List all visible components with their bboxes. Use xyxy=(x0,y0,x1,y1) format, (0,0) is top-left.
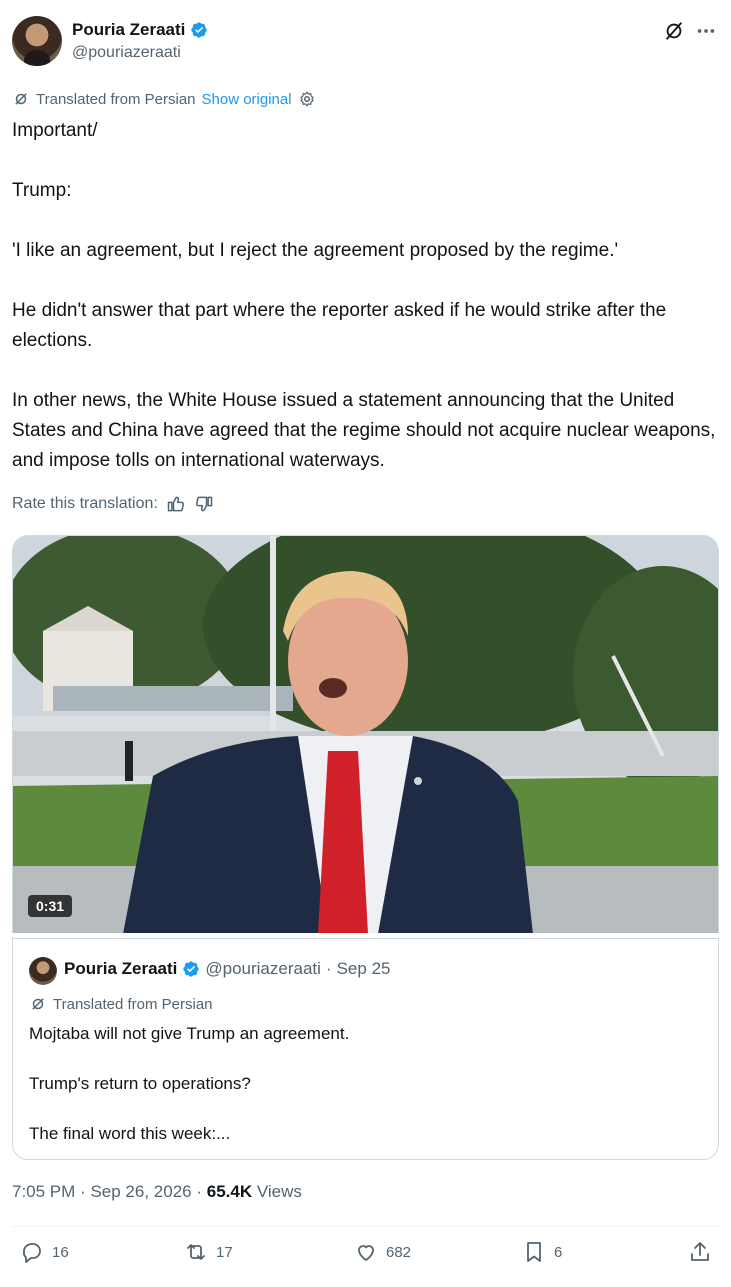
meta-separator: · xyxy=(80,1182,86,1201)
quote-separator: · xyxy=(325,959,332,978)
translate-icon xyxy=(32,998,44,1010)
quote-date: Sep 25 xyxy=(336,959,391,978)
show-original-link[interactable]: Show original xyxy=(202,91,292,108)
views-count: 65.4K xyxy=(206,1182,253,1201)
rate-translation-label: Rate this translation: xyxy=(12,495,158,512)
thumbs-down-icon[interactable] xyxy=(194,494,214,514)
quote-handle: @pouriazeraati xyxy=(205,959,321,978)
bookmark-button[interactable]: 6 xyxy=(522,1240,562,1264)
reply-count: 16 xyxy=(52,1243,69,1261)
views-label: Views xyxy=(256,1182,302,1201)
thumbs-up-icon[interactable] xyxy=(166,494,186,514)
video-duration: 0:31 xyxy=(28,895,73,917)
video-player[interactable]: 0:31 xyxy=(12,535,719,933)
author-avatar[interactable] xyxy=(12,16,62,66)
settings-icon[interactable] xyxy=(298,90,316,108)
tweet-time[interactable]: 7:05 PM xyxy=(12,1182,75,1201)
tweet-header: Pouria Zeraati @pouriazeraati xyxy=(12,16,719,68)
quote-avatar xyxy=(29,957,57,985)
author-handle[interactable]: @pouriazeraati xyxy=(72,44,181,62)
author-name-row: Pouria Zeraati xyxy=(72,20,208,40)
action-bar: 16 17 682 6 xyxy=(12,1240,719,1274)
share-button[interactable] xyxy=(688,1240,712,1264)
like-icon xyxy=(358,1245,374,1261)
tweet-text: Important/ Trump: 'I like an agreement, … xyxy=(12,120,716,471)
tweet-meta: 7:05 PM · Sep 26, 2026 · 65.4K Views xyxy=(12,1182,302,1202)
repost-count: 17 xyxy=(216,1243,233,1261)
divider xyxy=(12,1226,719,1227)
like-button[interactable]: 682 xyxy=(354,1240,411,1264)
tweet-date[interactable]: Sep 26, 2026 xyxy=(90,1182,191,1201)
bookmark-icon xyxy=(527,1242,541,1262)
bookmark-count: 6 xyxy=(554,1243,563,1261)
repost-icon xyxy=(187,1244,205,1260)
reply-button[interactable]: 16 xyxy=(20,1240,69,1264)
translate-icon xyxy=(15,93,27,105)
quote-translation-label: Translated from Persian xyxy=(53,995,213,1013)
translation-label: Translated from Persian xyxy=(36,90,196,108)
quoted-tweet[interactable]: Pouria Zeraati @pouriazeraati · Sep 25 T… xyxy=(12,938,719,1160)
meta-separator: · xyxy=(196,1182,203,1201)
share-icon xyxy=(691,1242,709,1261)
quote-translation-notice: Translated from Persian xyxy=(29,995,213,1013)
reply-icon xyxy=(22,1243,41,1263)
translation-notice: Translated from Persian Show original xyxy=(12,90,316,108)
verified-icon xyxy=(183,961,200,977)
quote-text: Mojtaba will not give Trump an agreement… xyxy=(29,1024,350,1143)
like-count: 682 xyxy=(386,1243,412,1261)
more-icon[interactable] xyxy=(695,20,717,42)
verified-icon xyxy=(191,22,208,38)
quote-header: Pouria Zeraati @pouriazeraati · Sep 25 xyxy=(64,959,390,979)
grok-icon[interactable] xyxy=(663,20,685,42)
video-thumbnail xyxy=(13,536,718,933)
rate-translation: Rate this translation: xyxy=(12,494,214,514)
repost-button[interactable]: 17 xyxy=(184,1240,233,1264)
author-name[interactable]: Pouria Zeraati xyxy=(72,20,185,40)
quote-author-name: Pouria Zeraati xyxy=(64,959,178,978)
